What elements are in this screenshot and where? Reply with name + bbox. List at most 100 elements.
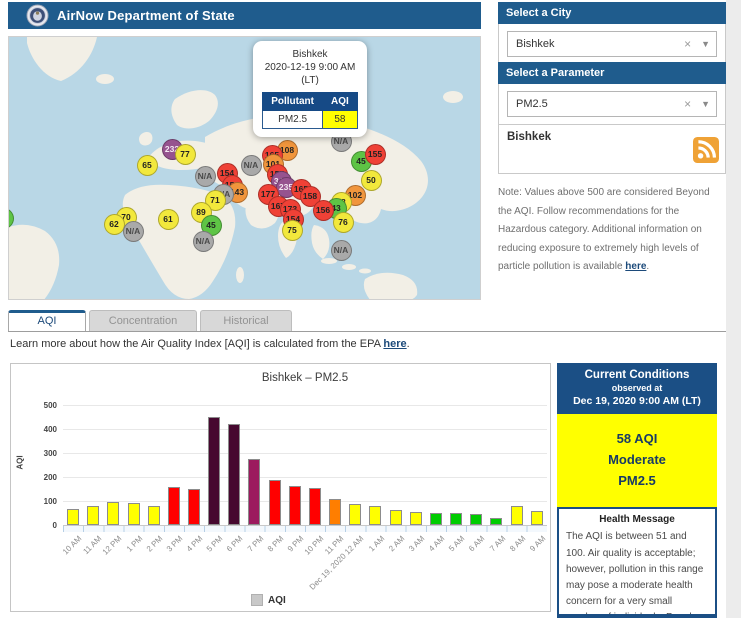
chevron-down-icon[interactable]: ▼ bbox=[701, 99, 710, 109]
learn-more-text: Learn more about how the Air Quality Ind… bbox=[10, 338, 410, 350]
city-select-value: Bishkek bbox=[516, 38, 684, 50]
chevron-down-icon[interactable]: ▼ bbox=[701, 39, 710, 49]
bottom-blue-strip bbox=[557, 614, 717, 618]
popup-city: Bishkek bbox=[257, 48, 363, 61]
feed-city-label: Bishkek bbox=[507, 131, 717, 143]
state-department-seal-icon bbox=[26, 4, 49, 27]
health-message-text: The AQI is between 51 and 100. Air quali… bbox=[566, 529, 708, 618]
legend-label: AQI bbox=[268, 595, 286, 606]
x-axis-tick-band bbox=[63, 525, 547, 532]
bar-1 PM[interactable] bbox=[128, 503, 140, 525]
popup-datetime: 2020-12-19 9:00 AM bbox=[257, 61, 363, 74]
legend-item-aqi[interactable]: AQI bbox=[251, 594, 286, 606]
health-message-box: Health Message The AQI is between 51 and… bbox=[557, 507, 717, 618]
airnow-page: AirNow Department of State bbox=[0, 0, 741, 618]
bar-11 PM[interactable] bbox=[329, 499, 341, 525]
aqi-marker[interactable]: 50 bbox=[361, 170, 382, 191]
current-conditions-panel: Current Conditions observed at Dec 19, 2… bbox=[557, 363, 717, 612]
y-tick-label: 300 bbox=[25, 449, 57, 458]
note-here-link[interactable]: here bbox=[625, 261, 646, 272]
bar-4 AM[interactable] bbox=[430, 513, 442, 525]
bar-3 AM[interactable] bbox=[410, 512, 422, 525]
bar-9 PM[interactable] bbox=[289, 486, 301, 525]
learn-more-suffix: . bbox=[407, 338, 410, 350]
feed-box: Bishkek bbox=[498, 124, 726, 174]
city-select[interactable]: Bishkek × ▼ bbox=[507, 31, 717, 57]
bar-7 PM[interactable] bbox=[248, 459, 260, 525]
bar-5 AM[interactable] bbox=[450, 513, 462, 525]
parameter-panel-title: Select a Parameter bbox=[498, 62, 726, 84]
clear-parameter-icon[interactable]: × bbox=[684, 97, 691, 111]
parameter-panel-body: PM2.5 × ▼ bbox=[498, 84, 726, 125]
aqi-marker[interactable]: N/A bbox=[193, 231, 214, 252]
cc-title: Current Conditions bbox=[561, 369, 713, 381]
aqi-marker[interactable]: 155 bbox=[365, 144, 386, 165]
cc-subtitle: observed at bbox=[561, 383, 713, 393]
aqi-marker[interactable]: 62 bbox=[104, 214, 125, 235]
bar-3 PM[interactable] bbox=[168, 487, 180, 525]
map-popup: Bishkek 2020-12-19 9:00 AM (LT) Pollutan… bbox=[253, 41, 367, 137]
current-conditions-header: Current Conditions observed at Dec 19, 2… bbox=[557, 363, 717, 414]
aqi-marker[interactable]: N/A bbox=[195, 166, 216, 187]
popup-col-pollutant: Pollutant bbox=[263, 93, 323, 111]
bar-2 PM[interactable] bbox=[148, 506, 160, 525]
cc-aqi-value: 58 AQI bbox=[561, 429, 713, 450]
bar-8 AM[interactable] bbox=[511, 506, 523, 525]
bar-8 PM[interactable] bbox=[269, 480, 281, 525]
health-message-title: Health Message bbox=[566, 514, 708, 525]
learn-more-here-link[interactable]: here bbox=[383, 338, 406, 350]
chart-tabs: AQI Concentration Historical bbox=[8, 310, 292, 332]
aqi-marker[interactable]: 156 bbox=[313, 200, 334, 221]
bar-10 AM[interactable] bbox=[67, 509, 79, 525]
bar-5 PM[interactable] bbox=[208, 417, 220, 525]
page-gutter bbox=[726, 0, 741, 618]
bar-9 AM[interactable] bbox=[531, 511, 543, 525]
popup-col-aqi: AQI bbox=[323, 93, 358, 111]
cc-datetime: Dec 19, 2020 9:00 AM (LT) bbox=[561, 395, 713, 407]
aqi-marker[interactable]: 65 bbox=[137, 155, 158, 176]
y-tick-label: 0 bbox=[25, 521, 57, 530]
aqi-marker[interactable]: 61 bbox=[158, 209, 179, 230]
content-area: AirNow Department of State bbox=[0, 0, 726, 618]
parameter-panel: Select a Parameter PM2.5 × ▼ bbox=[498, 62, 726, 125]
bar-7 AM[interactable] bbox=[490, 518, 502, 525]
parameter-select[interactable]: PM2.5 × ▼ bbox=[507, 91, 717, 117]
learn-more-prefix: Learn more about how the Air Quality Ind… bbox=[10, 338, 383, 350]
aqi-marker[interactable]: N/A bbox=[241, 155, 262, 176]
aqi-marker[interactable]: 77 bbox=[175, 144, 196, 165]
cc-parameter: PM2.5 bbox=[561, 471, 713, 492]
tab-historical[interactable]: Historical bbox=[200, 310, 292, 331]
tab-concentration[interactable]: Concentration bbox=[89, 310, 197, 331]
popup-table: Pollutant AQI PM2.5 58 bbox=[262, 92, 358, 129]
legend-swatch bbox=[251, 594, 263, 606]
aqi-marker[interactable]: N/A bbox=[123, 221, 144, 242]
parameter-select-value: PM2.5 bbox=[516, 98, 684, 110]
y-tick-label: 100 bbox=[25, 497, 57, 506]
bar-11 AM[interactable] bbox=[87, 506, 99, 525]
tab-aqi[interactable]: AQI bbox=[8, 310, 86, 331]
aqi-marker[interactable]: 75 bbox=[282, 220, 303, 241]
beyond-aqi-note: Note: Values above 500 are considered Be… bbox=[498, 184, 722, 277]
bar-4 PM[interactable] bbox=[188, 489, 200, 525]
y-tick-label: 200 bbox=[25, 473, 57, 482]
cc-aqi-box: 58 AQI Moderate PM2.5 bbox=[557, 414, 717, 507]
bar-1 AM[interactable] bbox=[369, 506, 381, 525]
bar-Dec 19, 2020 12 AM[interactable] bbox=[349, 504, 361, 525]
world-aqi-map[interactable]: 6523277N/A154154143N/A718945N/A7062N/A61… bbox=[8, 36, 481, 300]
city-panel-body: Bishkek × ▼ bbox=[498, 24, 726, 65]
bar-series bbox=[63, 405, 547, 525]
bar-2 AM[interactable] bbox=[390, 510, 402, 525]
rss-feed-icon[interactable] bbox=[693, 137, 719, 168]
bar-12 PM[interactable] bbox=[107, 502, 119, 525]
bar-6 AM[interactable] bbox=[470, 514, 482, 525]
aqi-chart: Bishkek – PM2.5 AQI 0100200300400500 10 … bbox=[10, 363, 551, 612]
bar-10 PM[interactable] bbox=[309, 488, 321, 525]
aqi-marker[interactable]: N/A bbox=[331, 240, 352, 261]
y-axis-label: AQI bbox=[16, 455, 25, 469]
note-suffix: . bbox=[646, 261, 649, 272]
bar-6 PM[interactable] bbox=[228, 424, 240, 525]
page-title: AirNow Department of State bbox=[57, 8, 235, 23]
y-tick-label: 500 bbox=[25, 401, 57, 410]
clear-city-icon[interactable]: × bbox=[684, 37, 691, 51]
aqi-marker[interactable]: 76 bbox=[333, 212, 354, 233]
